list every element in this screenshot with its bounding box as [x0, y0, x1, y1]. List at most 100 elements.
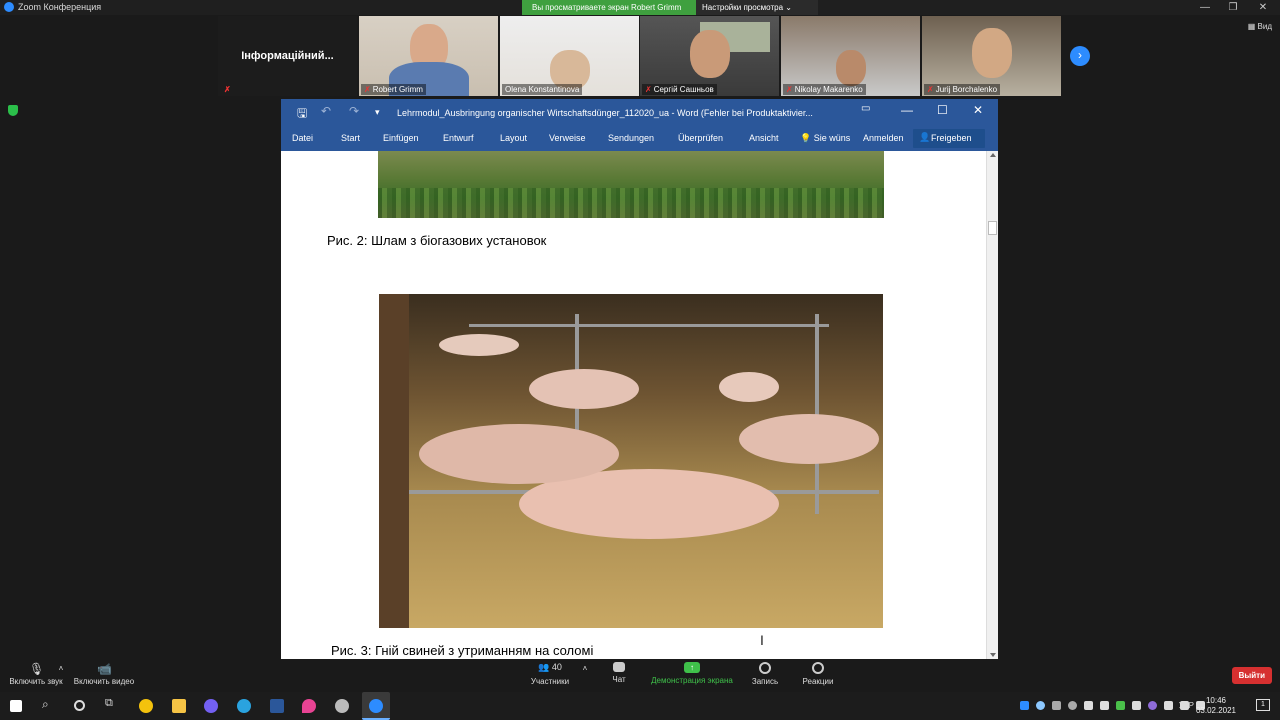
tray-icon[interactable] — [1148, 701, 1157, 710]
record-icon — [759, 662, 771, 674]
lightbulb-icon: 💡 — [800, 133, 812, 143]
chat-button[interactable]: Чат — [608, 660, 630, 684]
reactions-button[interactable]: Реакции — [800, 660, 836, 686]
participant-tile[interactable]: Інформаційний... ✗ — [218, 16, 357, 96]
ribbon-tabs: Datei Start Einfügen Entwurf Layout Verw… — [281, 125, 998, 151]
mic-muted-icon: ✗ — [927, 85, 934, 94]
scroll-down-icon[interactable] — [990, 653, 996, 657]
customize-qat-icon[interactable]: ▾ — [375, 107, 380, 118]
chrome-icon[interactable] — [139, 699, 153, 713]
tab-verweise[interactable]: Verweise — [549, 133, 586, 143]
task-view-icon[interactable]: ⧉ — [105, 697, 119, 711]
audio-options-chevron-icon[interactable]: ˄ — [56, 664, 66, 673]
mic-muted-icon: ✗ — [224, 85, 231, 94]
word-icon[interactable] — [270, 699, 284, 713]
input-language[interactable]: УКР — [1179, 701, 1194, 710]
participant-name: Olena Konstantinova — [505, 85, 580, 94]
word-close-icon[interactable]: ✕ — [973, 103, 983, 117]
scroll-up-icon[interactable] — [990, 153, 996, 157]
tray-icon[interactable] — [1052, 701, 1061, 710]
viber-icon[interactable] — [204, 699, 218, 713]
participant-video — [971, 28, 1012, 78]
word-header: 🖫 ↶ ↷ ▾ Lehrmodul_Ausbringung organische… — [281, 99, 998, 151]
vertical-scrollbar[interactable] — [986, 151, 998, 659]
file-explorer-icon[interactable] — [172, 699, 186, 713]
share-button[interactable]: 👤 Freigeben — [913, 129, 985, 148]
tab-start[interactable]: Start — [341, 133, 360, 143]
gallery-view-toggle[interactable]: ▦ Вид — [1248, 22, 1272, 31]
zoom-tray-icon[interactable] — [1020, 701, 1029, 710]
share-screen-button[interactable]: ↑ Демонстрация экрана — [650, 660, 734, 685]
mic-muted-icon: 🎙 — [29, 662, 45, 676]
tab-ansicht[interactable]: Ansicht — [749, 133, 779, 143]
participant-tile[interactable]: ✗ Nikolay Makarenko — [781, 16, 920, 96]
windows-start-icon[interactable] — [10, 700, 22, 712]
participants-button[interactable]: 👥 40 Участники — [528, 660, 572, 686]
participant-name: Robert Grimm — [372, 85, 423, 94]
tell-me-field[interactable]: 💡 Sie wüns — [800, 133, 850, 144]
undo-icon[interactable]: ↶ — [321, 104, 331, 118]
telegram-icon[interactable] — [237, 699, 251, 713]
text-cursor-icon: I — [760, 632, 764, 648]
tab-sendungen[interactable]: Sendungen — [608, 133, 654, 143]
app-icon[interactable] — [335, 699, 349, 713]
tray-icon[interactable] — [1132, 701, 1141, 710]
clock-time: 10:46 — [1205, 696, 1226, 705]
next-page-arrow-icon[interactable]: › — [1070, 46, 1090, 66]
share-screen-icon: ↑ — [684, 662, 700, 673]
word-minimize-icon[interactable]: — — [901, 103, 913, 117]
figure-2-caption: Рис. 2: Шлам з біогазових установок — [327, 233, 547, 248]
scroll-thumb[interactable] — [988, 221, 997, 235]
tray-icon[interactable] — [1116, 701, 1125, 710]
participant-tile[interactable]: ✗ Jurij Borchalenko — [922, 16, 1061, 96]
taskbar-clock[interactable]: 10:46 03.02.2021 — [1196, 696, 1236, 716]
figure-3-caption: Рис. 3: Гній свиней з утриманням на соло… — [331, 643, 594, 658]
notifications-icon[interactable]: 1 — [1256, 699, 1270, 711]
tab-einfuegen[interactable]: Einfügen — [383, 133, 419, 143]
save-icon[interactable]: 🖫 — [297, 104, 307, 125]
tab-layout[interactable]: Layout — [500, 133, 527, 143]
leave-meeting-button[interactable]: Выйти — [1231, 667, 1272, 684]
tab-entwurf[interactable]: Entwurf — [443, 133, 474, 143]
participants-chevron-icon[interactable]: ˄ — [580, 664, 590, 673]
participant-tile[interactable]: ✗ Robert Grimm — [359, 16, 498, 96]
restore-icon[interactable]: ❐ — [1218, 0, 1248, 15]
search-icon[interactable]: ⌕ — [42, 697, 56, 711]
tab-datei[interactable]: Datei — [292, 133, 313, 143]
tray-icon[interactable] — [1100, 701, 1109, 710]
tray-icon[interactable] — [1036, 701, 1045, 710]
figure-2-image — [378, 151, 884, 218]
share-banner: Вы просматриваете экран Robert Grimm Нас… — [522, 0, 818, 15]
reaction-smiley-icon — [812, 662, 824, 674]
maps-pin-icon[interactable] — [302, 699, 316, 713]
tray-icon[interactable] — [1164, 701, 1173, 710]
redo-icon[interactable]: ↷ — [349, 104, 359, 118]
ribbon-display-icon[interactable]: ▭ — [861, 103, 870, 114]
participants-icon: 👥 40 — [538, 662, 562, 672]
zoom-taskbar-icon[interactable] — [362, 692, 390, 720]
participant-tile[interactable]: Olena Konstantinova — [500, 16, 639, 96]
tray-icon[interactable] — [1068, 701, 1077, 710]
mic-muted-icon: ✗ — [786, 85, 793, 94]
mic-muted-icon: ✗ — [645, 85, 652, 94]
zoom-logo-icon — [4, 2, 14, 12]
start-video-button[interactable]: 📹 Включить видео — [72, 660, 136, 686]
close-icon[interactable]: ✕ — [1248, 0, 1278, 15]
chat-icon — [613, 662, 625, 672]
zoom-toolbar: 🎙 Включить звук ˄ 📹 Включить видео 👥 40 Уча… — [0, 660, 1280, 692]
minimize-icon[interactable]: — — [1190, 0, 1220, 15]
clock-date: 03.02.2021 — [1195, 706, 1236, 715]
figure-3-image — [379, 294, 883, 628]
view-options-button[interactable]: Настройки просмотра ⌄ — [696, 0, 818, 15]
shared-word-window: 🖫 ↶ ↷ ▾ Lehrmodul_Ausbringung organische… — [281, 99, 998, 659]
participant-tile[interactable]: ✗ Сергій Сашньов — [640, 16, 779, 96]
tab-ueberpruefen[interactable]: Überprüfen — [678, 133, 723, 143]
zoom-window-title: Zoom Конференция — [18, 2, 102, 12]
document-title: Lehrmodul_Ausbringung organischer Wirtsc… — [397, 108, 813, 118]
record-button[interactable]: Запись — [750, 660, 780, 686]
word-maximize-icon[interactable]: ☐ — [937, 103, 948, 117]
document-page[interactable]: Рис. 2: Шлам з біогазових установок Рис.… — [281, 151, 986, 659]
tray-icon[interactable] — [1084, 701, 1093, 710]
cortana-icon[interactable] — [74, 700, 85, 711]
signin-link[interactable]: Anmelden — [863, 133, 904, 143]
